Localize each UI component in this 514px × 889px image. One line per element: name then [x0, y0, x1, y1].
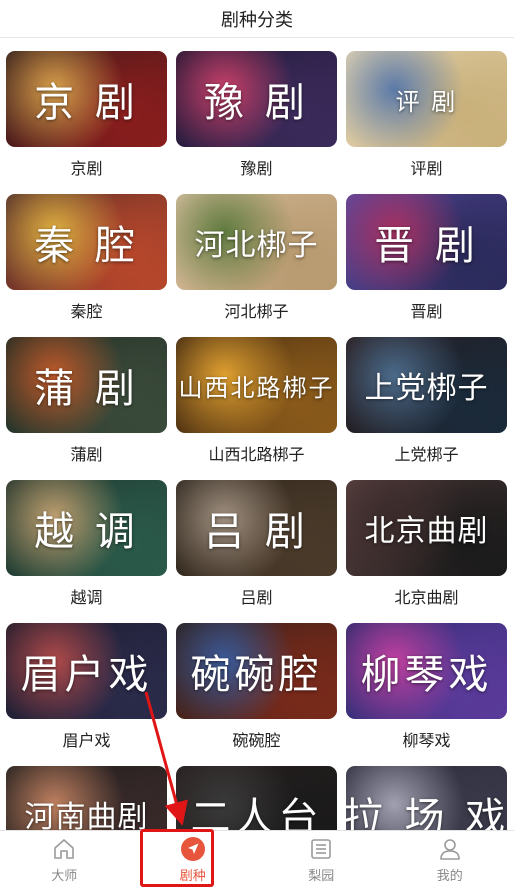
genre-thumbnail-text: 碗碗腔	[190, 652, 323, 698]
genre-card[interactable]: 豫 剧豫剧	[176, 51, 337, 194]
genre-thumbnail[interactable]: 晋 剧	[346, 194, 507, 290]
genre-card[interactable]: 秦 腔秦腔	[6, 194, 167, 337]
tab-masters-label: 大师	[51, 869, 78, 884]
genre-thumbnail-text: 越 调	[34, 509, 139, 555]
genre-thumbnail-text: 山西北路梆子	[178, 373, 335, 402]
genre-thumbnail-text: 北京曲剧	[364, 514, 489, 549]
category-grid: 京 剧京剧豫 剧豫剧评 剧评剧秦 腔秦腔 河北梆子 河北梆子晋 剧晋剧蒲 剧蒲剧 山西…	[6, 51, 507, 830]
genre-card[interactable]: 上党梆子 上党梆子	[346, 337, 507, 480]
tab-pear-garden-label: 梨园	[308, 869, 335, 884]
genre-thumbnail[interactable]: 豫 剧	[176, 51, 337, 147]
genre-thumbnail[interactable]: 眉户戏	[6, 623, 167, 719]
genre-label: 山西北路梆子	[208, 445, 305, 464]
genre-card[interactable]: 拉 场 戏	[346, 766, 507, 830]
genre-label: 河北梆子	[224, 302, 289, 321]
home-icon	[51, 836, 77, 862]
genre-thumbnail[interactable]: 秦 腔	[6, 194, 167, 290]
genre-thumbnail-text: 河北梆子	[194, 228, 319, 263]
genre-thumbnail-text: 眉户戏	[20, 652, 153, 698]
genre-thumbnail-text: 晋 剧	[374, 223, 479, 269]
genre-thumbnail-text: 吕 剧	[204, 509, 309, 555]
genre-label: 上党梆子	[394, 445, 459, 464]
genre-label: 秦腔	[70, 302, 103, 321]
genre-card[interactable]: 蒲 剧蒲剧	[6, 337, 167, 480]
tab-genres[interactable]: 剧种	[129, 831, 258, 889]
genre-thumbnail[interactable]: 评 剧	[346, 51, 507, 147]
person-icon	[437, 836, 463, 862]
genre-card[interactable]: 河南曲剧	[6, 766, 167, 830]
genre-card[interactable]: 北京曲剧 北京曲剧	[346, 480, 507, 623]
genre-label: 京剧	[70, 159, 103, 178]
top-bar: 剧种分类	[0, 0, 514, 38]
genre-thumbnail-text: 蒲 剧	[34, 366, 139, 412]
tab-genres-label: 剧种	[179, 869, 206, 884]
genre-thumbnail[interactable]: 河南曲剧	[6, 766, 167, 830]
genre-label: 越调	[70, 588, 103, 607]
genre-label: 柳琴戏	[402, 731, 451, 750]
bottom-tab-bar: 大师 剧种 梨园 我的	[0, 830, 514, 889]
page-title: 剧种分类	[221, 9, 293, 31]
genre-card[interactable]: 二人台	[176, 766, 337, 830]
genre-thumbnail-text: 评 剧	[395, 87, 458, 116]
genre-thumbnail[interactable]: 二人台	[176, 766, 337, 830]
genre-card[interactable]: 河北梆子 河北梆子	[176, 194, 337, 337]
genre-thumbnail-text: 柳琴戏	[360, 652, 493, 698]
genre-thumbnail[interactable]: 河北梆子	[176, 194, 337, 290]
genre-card[interactable]: 越 调越调	[6, 480, 167, 623]
genre-card[interactable]: 吕 剧吕剧	[176, 480, 337, 623]
genre-thumbnail[interactable]: 上党梆子	[346, 337, 507, 433]
genre-thumbnail-text: 河南曲剧	[24, 800, 149, 830]
list-icon	[308, 836, 334, 862]
tab-mine[interactable]: 我的	[386, 831, 514, 889]
tab-masters[interactable]: 大师	[0, 831, 129, 889]
genre-card[interactable]: 柳琴戏 柳琴戏	[346, 623, 507, 766]
genre-card[interactable]: 京 剧京剧	[6, 51, 167, 194]
genre-thumbnail[interactable]: 碗碗腔	[176, 623, 337, 719]
genre-thumbnail[interactable]: 蒲 剧	[6, 337, 167, 433]
genre-thumbnail[interactable]: 山西北路梆子	[176, 337, 337, 433]
genre-card[interactable]: 晋 剧晋剧	[346, 194, 507, 337]
category-grid-container[interactable]: 京 剧京剧豫 剧豫剧评 剧评剧秦 腔秦腔 河北梆子 河北梆子晋 剧晋剧蒲 剧蒲剧 山西…	[0, 38, 514, 830]
tab-pear-garden[interactable]: 梨园	[257, 831, 386, 889]
genre-card[interactable]: 眉户戏 眉户戏	[6, 623, 167, 766]
genre-label: 吕剧	[240, 588, 273, 607]
genre-thumbnail[interactable]: 吕 剧	[176, 480, 337, 576]
genre-label: 碗碗腔	[232, 731, 281, 750]
genre-thumbnail[interactable]: 京 剧	[6, 51, 167, 147]
genre-thumbnail-text: 京 剧	[34, 80, 139, 126]
genre-label: 豫剧	[240, 159, 273, 178]
genre-label: 眉户戏	[62, 731, 111, 750]
navigation-arrow-icon	[180, 836, 206, 862]
genre-label: 蒲剧	[70, 445, 103, 464]
genre-card[interactable]: 山西北路梆子 山西北路梆子	[176, 337, 337, 480]
genre-thumbnail-text: 二人台	[190, 795, 323, 830]
genre-thumbnail-text: 秦 腔	[34, 223, 139, 269]
genre-thumbnail-text: 拉 场 戏	[346, 795, 507, 830]
genre-thumbnail[interactable]: 拉 场 戏	[346, 766, 507, 830]
genre-thumbnail[interactable]: 柳琴戏	[346, 623, 507, 719]
genre-card[interactable]: 碗碗腔 碗碗腔	[176, 623, 337, 766]
genre-thumbnail-text: 豫 剧	[204, 80, 309, 126]
genre-label: 评剧	[410, 159, 443, 178]
genre-thumbnail-text: 上党梆子	[364, 371, 489, 406]
tab-mine-label: 我的	[436, 869, 463, 884]
genre-card[interactable]: 评 剧评剧	[346, 51, 507, 194]
genre-label: 晋剧	[410, 302, 443, 321]
genre-thumbnail[interactable]: 北京曲剧	[346, 480, 507, 576]
genre-label: 北京曲剧	[394, 588, 459, 607]
genre-thumbnail[interactable]: 越 调	[6, 480, 167, 576]
